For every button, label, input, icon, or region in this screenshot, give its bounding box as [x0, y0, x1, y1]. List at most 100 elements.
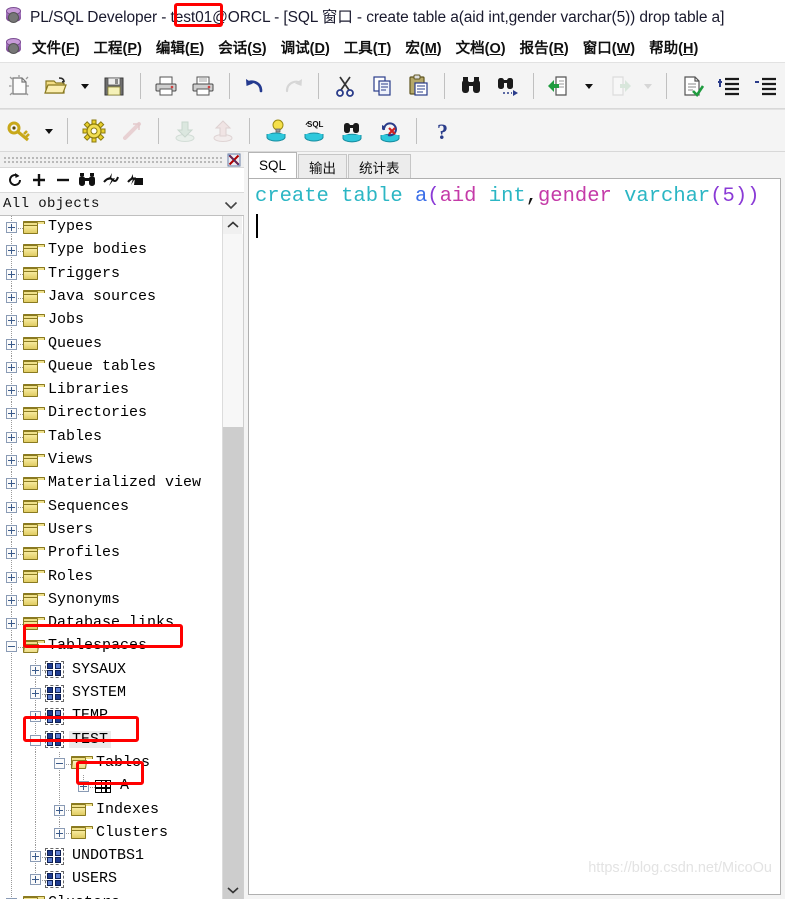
panel-grip-bar[interactable] [0, 152, 244, 168]
next-dropdown-arrow-icon[interactable] [639, 69, 657, 103]
tree-collapse-minus-icon[interactable] [54, 757, 65, 769]
tree-expand-plus-icon[interactable] [6, 361, 17, 373]
tab-sql[interactable]: SQL [248, 152, 298, 178]
refresh-icon[interactable] [4, 170, 26, 190]
tree-expand-plus-icon[interactable] [6, 222, 17, 233]
tree-expand-plus-icon[interactable] [78, 781, 89, 793]
sql-window: SQL 输出 统计表 create table a(aid int,gender… [244, 152, 785, 899]
tree-expand-plus-icon[interactable] [54, 804, 65, 816]
tree-expand-plus-icon[interactable] [54, 827, 65, 839]
menu-item-macro[interactable]: 宏(M) [405, 37, 441, 58]
scroll-down-arrow-icon[interactable] [223, 881, 243, 899]
find-binoculars-icon[interactable] [454, 69, 487, 103]
key-login-icon[interactable] [2, 114, 36, 148]
object-tree[interactable]: Types Type bodies Triggers Java sources Jobs… [0, 216, 244, 899]
print-preview-icon[interactable] [187, 69, 220, 103]
chevron-down-icon[interactable] [222, 196, 240, 214]
import-down-icon[interactable] [168, 114, 202, 148]
svg-text:?: ? [437, 119, 448, 144]
tree-expand-plus-icon[interactable] [6, 315, 17, 327]
redo-arrow-icon[interactable] [276, 69, 309, 103]
sql-window-icon[interactable]: SQL [297, 114, 331, 148]
tree-expand-plus-icon[interactable] [6, 291, 17, 303]
filter-lightning-icon[interactable] [100, 170, 122, 190]
folder-icon [23, 290, 45, 304]
tree-expand-plus-icon[interactable] [6, 501, 17, 513]
previous-page-icon[interactable] [543, 69, 576, 103]
object-filter-combo[interactable]: All objects [0, 192, 244, 216]
menu-item-debug[interactable]: 调试(D) [281, 37, 330, 58]
copy-icon[interactable] [365, 69, 398, 103]
menu-item-window[interactable]: 窗口(W) [583, 37, 635, 58]
print-icon[interactable] [150, 69, 183, 103]
close-panel-icon[interactable] [227, 153, 241, 167]
menu-label-reports: 报告 [519, 40, 549, 57]
tree-expand-plus-icon[interactable] [6, 571, 17, 583]
panel-drag-handle[interactable] [3, 156, 223, 164]
new-window-icon[interactable] [2, 69, 35, 103]
toolbar-separator [158, 117, 159, 144]
tree-expand-plus-icon[interactable] [6, 385, 17, 397]
find-database-objects-icon[interactable] [335, 114, 369, 148]
tree-expand-plus-icon[interactable] [6, 524, 17, 536]
scrollbar-track[interactable] [223, 234, 243, 899]
tree-expand-plus-icon[interactable] [6, 431, 17, 443]
tree-collapse-minus-icon[interactable] [30, 734, 41, 746]
gear-preferences-icon[interactable] [77, 114, 111, 148]
menu-item-tools[interactable]: 工具(T) [344, 37, 392, 58]
tree-expand-plus-icon[interactable] [30, 688, 41, 699]
undo-arrow-icon[interactable] [239, 69, 272, 103]
tree-collapse-minus-icon[interactable] [6, 641, 17, 653]
collapse-all-minus-icon[interactable] [52, 170, 74, 190]
scroll-up-arrow-icon[interactable] [223, 216, 243, 234]
check-document-icon[interactable] [676, 69, 709, 103]
menu-item-documents[interactable]: 文档(O) [456, 37, 506, 58]
expand-all-plus-icon[interactable] [28, 170, 50, 190]
table-icon [95, 779, 111, 793]
save-disk-icon[interactable] [98, 69, 131, 103]
tree-expand-plus-icon[interactable] [6, 268, 17, 280]
toolbar-separator [665, 72, 667, 99]
scrollbar-thumb[interactable] [223, 427, 243, 899]
tree-expand-plus-icon[interactable] [6, 338, 17, 350]
tree-expand-plus-icon[interactable] [30, 851, 41, 863]
open-folder-icon[interactable] [39, 69, 72, 103]
menu-item-help[interactable]: 帮助(H) [649, 37, 698, 58]
tree-expand-plus-icon[interactable] [30, 711, 41, 723]
menu-item-session[interactable]: 会话(S) [218, 37, 266, 58]
tree-expand-plus-icon[interactable] [6, 548, 17, 560]
previous-dropdown-arrow-icon[interactable] [581, 69, 599, 103]
tree-expand-plus-icon[interactable] [30, 664, 41, 676]
open-dropdown-arrow-icon[interactable] [76, 69, 94, 103]
paste-clipboard-icon[interactable] [402, 69, 435, 103]
break-session-icon[interactable] [115, 114, 149, 148]
key-dropdown-arrow-icon[interactable] [40, 114, 58, 148]
tab-output[interactable]: 输出 [298, 154, 348, 178]
watermark-text: https://blog.csdn.net/MicoOu [588, 860, 772, 876]
rollback-session-icon[interactable] [373, 114, 407, 148]
indent-decrease-icon[interactable] [750, 69, 783, 103]
tree-expand-plus-icon[interactable] [6, 455, 17, 466]
tree-expand-plus-icon[interactable] [6, 594, 17, 606]
menu-item-reports[interactable]: 报告(R) [520, 37, 569, 58]
tree-expand-plus-icon[interactable] [6, 618, 17, 630]
next-page-icon[interactable] [602, 69, 635, 103]
filter-folder-icon[interactable] [124, 170, 146, 190]
sql-editor[interactable]: create table a(aid int,gender varchar(5)… [248, 178, 781, 895]
indent-increase-icon[interactable] [713, 69, 746, 103]
menu-item-project[interactable]: 工程(P) [94, 37, 142, 58]
help-question-icon[interactable]: ? [426, 114, 460, 148]
tab-statistics[interactable]: 统计表 [348, 154, 411, 178]
tree-expand-plus-icon[interactable] [6, 245, 17, 257]
explain-plan-bulb-icon[interactable] [259, 114, 293, 148]
export-up-icon[interactable] [206, 114, 240, 148]
find-object-binoculars-icon[interactable] [76, 170, 98, 190]
tree-expand-plus-icon[interactable] [30, 874, 41, 886]
tree-vertical-scrollbar[interactable] [222, 216, 243, 899]
tree-expand-plus-icon[interactable] [6, 478, 17, 490]
tree-expand-plus-icon[interactable] [6, 408, 17, 420]
menu-item-edit[interactable]: 编辑(E) [156, 37, 204, 58]
menu-item-file[interactable]: 文件(F) [32, 37, 80, 58]
cut-scissors-icon[interactable] [328, 69, 361, 103]
find-next-icon[interactable] [491, 69, 524, 103]
